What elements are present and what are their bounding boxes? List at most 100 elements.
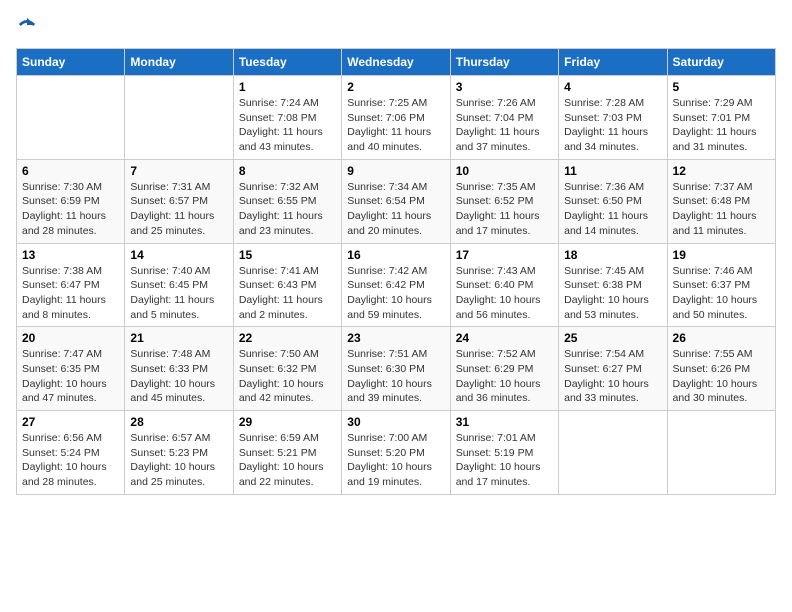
calendar-cell <box>559 411 667 495</box>
calendar-week-row: 1 Sunrise: 7:24 AM Sunset: 7:08 PM Daylig… <box>17 76 776 160</box>
calendar-cell: 28Sunrise: 6:57 AM Sunset: 5:23 PM Dayli… <box>125 411 233 495</box>
day-number: 13 <box>22 248 119 262</box>
day-info: Sunrise: 7:26 AM Sunset: 7:04 PM Dayligh… <box>456 96 553 155</box>
calendar-cell: 5 Sunrise: 7:29 AM Sunset: 7:01 PM Daylig… <box>667 76 775 160</box>
logo-text <box>16 16 36 36</box>
day-header-monday: Monday <box>125 49 233 76</box>
day-header-tuesday: Tuesday <box>233 49 341 76</box>
calendar-cell: 30Sunrise: 7:00 AM Sunset: 5:20 PM Dayli… <box>342 411 450 495</box>
day-info: Sunrise: 7:47 AM Sunset: 6:35 PM Dayligh… <box>22 347 119 406</box>
calendar-cell: 7 Sunrise: 7:31 AM Sunset: 6:57 PM Daylig… <box>125 159 233 243</box>
day-number: 29 <box>239 415 336 429</box>
calendar-cell: 13 Sunrise: 7:38 AM Sunset: 6:47 PM Dayli… <box>17 243 125 327</box>
day-number: 15 <box>239 248 336 262</box>
calendar-week-row: 13 Sunrise: 7:38 AM Sunset: 6:47 PM Dayli… <box>17 243 776 327</box>
day-info: Sunrise: 7:54 AM Sunset: 6:27 PM Dayligh… <box>564 347 661 406</box>
day-number: 18 <box>564 248 661 262</box>
calendar-cell: 6 Sunrise: 7:30 AM Sunset: 6:59 PM Daylig… <box>17 159 125 243</box>
calendar-cell: 26 Sunrise: 7:55 AM Sunset: 6:26 PM Dayli… <box>667 327 775 411</box>
day-number: 23 <box>347 331 444 345</box>
day-info: Sunrise: 7:37 AM Sunset: 6:48 PM Dayligh… <box>673 180 770 239</box>
day-info: Sunrise: 7:30 AM Sunset: 6:59 PM Dayligh… <box>22 180 119 239</box>
day-info: Sunrise: 7:34 AM Sunset: 6:54 PM Dayligh… <box>347 180 444 239</box>
day-number: 4 <box>564 80 661 94</box>
calendar-cell: 4 Sunrise: 7:28 AM Sunset: 7:03 PM Daylig… <box>559 76 667 160</box>
calendar-cell: 11 Sunrise: 7:36 AM Sunset: 6:50 PM Dayli… <box>559 159 667 243</box>
day-number: 26 <box>673 331 770 345</box>
day-number: 25 <box>564 331 661 345</box>
day-number: 5 <box>673 80 770 94</box>
logo <box>16 16 36 36</box>
day-number: 24 <box>456 331 553 345</box>
day-info: Sunrise: 7:50 AM Sunset: 6:32 PM Dayligh… <box>239 347 336 406</box>
day-info: Sunrise: 7:35 AM Sunset: 6:52 PM Dayligh… <box>456 180 553 239</box>
day-header-saturday: Saturday <box>667 49 775 76</box>
day-info: Sunrise: 7:42 AM Sunset: 6:42 PM Dayligh… <box>347 264 444 323</box>
calendar-cell: 10 Sunrise: 7:35 AM Sunset: 6:52 PM Dayli… <box>450 159 558 243</box>
day-info: Sunrise: 7:41 AM Sunset: 6:43 PM Dayligh… <box>239 264 336 323</box>
day-header-sunday: Sunday <box>17 49 125 76</box>
day-info: Sunrise: 7:40 AM Sunset: 6:45 PM Dayligh… <box>130 264 227 323</box>
day-number: 16 <box>347 248 444 262</box>
day-info: Sunrise: 7:24 AM Sunset: 7:08 PM Dayligh… <box>239 96 336 155</box>
day-header-thursday: Thursday <box>450 49 558 76</box>
calendar-cell <box>17 76 125 160</box>
day-number: 22 <box>239 331 336 345</box>
day-number: 17 <box>456 248 553 262</box>
day-number: 9 <box>347 164 444 178</box>
calendar-week-row: 6 Sunrise: 7:30 AM Sunset: 6:59 PM Daylig… <box>17 159 776 243</box>
calendar-week-row: 20 Sunrise: 7:47 AM Sunset: 6:35 PM Dayli… <box>17 327 776 411</box>
day-info: Sunrise: 7:48 AM Sunset: 6:33 PM Dayligh… <box>130 347 227 406</box>
calendar-cell: 1 Sunrise: 7:24 AM Sunset: 7:08 PM Daylig… <box>233 76 341 160</box>
calendar-cell: 29 Sunrise: 6:59 AM Sunset: 5:21 PM Dayli… <box>233 411 341 495</box>
calendar-cell: 16 Sunrise: 7:42 AM Sunset: 6:42 PM Dayli… <box>342 243 450 327</box>
day-info: Sunrise: 7:28 AM Sunset: 7:03 PM Dayligh… <box>564 96 661 155</box>
day-number: 21 <box>130 331 227 345</box>
day-number: 6 <box>22 164 119 178</box>
day-number: 28 <box>130 415 227 429</box>
day-info: Sunrise: 7:01 AM Sunset: 5:19 PM Dayligh… <box>456 431 553 490</box>
day-info: Sunrise: 7:43 AM Sunset: 6:40 PM Dayligh… <box>456 264 553 323</box>
day-number: 30 <box>347 415 444 429</box>
day-info: Sunrise: 7:36 AM Sunset: 6:50 PM Dayligh… <box>564 180 661 239</box>
day-number: 14 <box>130 248 227 262</box>
calendar-header-row: SundayMondayTuesdayWednesdayThursdayFrid… <box>17 49 776 76</box>
day-info: Sunrise: 7:52 AM Sunset: 6:29 PM Dayligh… <box>456 347 553 406</box>
calendar-cell: 14 Sunrise: 7:40 AM Sunset: 6:45 PM Dayli… <box>125 243 233 327</box>
calendar-cell: 20 Sunrise: 7:47 AM Sunset: 6:35 PM Dayli… <box>17 327 125 411</box>
day-info: Sunrise: 7:45 AM Sunset: 6:38 PM Dayligh… <box>564 264 661 323</box>
calendar-cell: 31 Sunrise: 7:01 AM Sunset: 5:19 PM Dayli… <box>450 411 558 495</box>
day-number: 20 <box>22 331 119 345</box>
day-number: 27 <box>22 415 119 429</box>
calendar-cell: 12 Sunrise: 7:37 AM Sunset: 6:48 PM Dayli… <box>667 159 775 243</box>
day-info: Sunrise: 7:55 AM Sunset: 6:26 PM Dayligh… <box>673 347 770 406</box>
day-info: Sunrise: 7:46 AM Sunset: 6:37 PM Dayligh… <box>673 264 770 323</box>
calendar-cell: 18 Sunrise: 7:45 AM Sunset: 6:38 PM Dayli… <box>559 243 667 327</box>
day-info: Sunrise: 7:31 AM Sunset: 6:57 PM Dayligh… <box>130 180 227 239</box>
calendar-cell: 15 Sunrise: 7:41 AM Sunset: 6:43 PM Dayli… <box>233 243 341 327</box>
day-number: 11 <box>564 164 661 178</box>
day-number: 7 <box>130 164 227 178</box>
calendar-cell: 3 Sunrise: 7:26 AM Sunset: 7:04 PM Daylig… <box>450 76 558 160</box>
day-info: Sunrise: 7:25 AM Sunset: 7:06 PM Dayligh… <box>347 96 444 155</box>
calendar-cell <box>667 411 775 495</box>
day-info: Sunrise: 7:38 AM Sunset: 6:47 PM Dayligh… <box>22 264 119 323</box>
calendar-table: SundayMondayTuesdayWednesdayThursdayFrid… <box>16 48 776 495</box>
day-number: 3 <box>456 80 553 94</box>
day-info: Sunrise: 6:59 AM Sunset: 5:21 PM Dayligh… <box>239 431 336 490</box>
day-number: 31 <box>456 415 553 429</box>
day-number: 10 <box>456 164 553 178</box>
day-info: Sunrise: 7:29 AM Sunset: 7:01 PM Dayligh… <box>673 96 770 155</box>
calendar-cell: 17 Sunrise: 7:43 AM Sunset: 6:40 PM Dayli… <box>450 243 558 327</box>
day-number: 12 <box>673 164 770 178</box>
calendar-cell: 25 Sunrise: 7:54 AM Sunset: 6:27 PM Dayli… <box>559 327 667 411</box>
calendar-cell: 24 Sunrise: 7:52 AM Sunset: 6:29 PM Dayli… <box>450 327 558 411</box>
calendar-cell: 19Sunrise: 7:46 AM Sunset: 6:37 PM Dayli… <box>667 243 775 327</box>
logo-icon <box>18 16 36 34</box>
day-info: Sunrise: 6:56 AM Sunset: 5:24 PM Dayligh… <box>22 431 119 490</box>
day-header-friday: Friday <box>559 49 667 76</box>
calendar-cell: 27 Sunrise: 6:56 AM Sunset: 5:24 PM Dayli… <box>17 411 125 495</box>
day-number: 1 <box>239 80 336 94</box>
day-header-wednesday: Wednesday <box>342 49 450 76</box>
day-info: Sunrise: 7:32 AM Sunset: 6:55 PM Dayligh… <box>239 180 336 239</box>
